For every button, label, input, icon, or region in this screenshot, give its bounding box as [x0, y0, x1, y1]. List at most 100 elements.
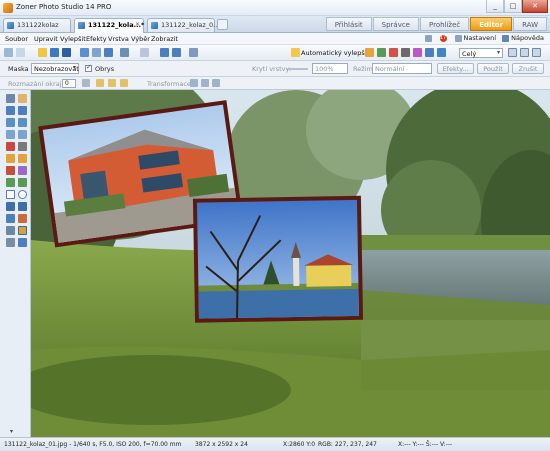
gradient-tool-icon[interactable]	[6, 226, 15, 235]
maximize-button[interactable]: □	[504, 0, 522, 13]
apply-button[interactable]: Použít	[477, 63, 509, 74]
scroll-down-icon[interactable]: ▾	[10, 428, 13, 435]
mode-manager[interactable]: Správce	[372, 17, 419, 31]
rotate-left-icon[interactable]	[160, 48, 169, 57]
resize-tool-icon[interactable]	[18, 106, 27, 115]
smudge-tool-icon[interactable]	[18, 166, 27, 175]
blend-mode-select[interactable]: Normální	[372, 63, 432, 74]
arrow-icon[interactable]	[4, 48, 13, 57]
image-canvas[interactable]	[31, 90, 550, 437]
close-button[interactable]: ✕	[522, 0, 548, 13]
login-button[interactable]: Přihlásit	[325, 17, 372, 31]
sharpen-icon[interactable]	[401, 48, 410, 57]
tab-document-3[interactable]: 131122_kolaz_0...	[147, 18, 219, 32]
line-tool-icon[interactable]	[6, 202, 15, 211]
red-eye-tool-icon[interactable]	[6, 142, 15, 151]
folder-icon[interactable]	[96, 79, 104, 87]
shape-tool-icon[interactable]	[18, 214, 27, 223]
pixel-rgb: RGB: 227, 237, 247	[318, 441, 377, 448]
save-icon[interactable]	[50, 48, 59, 57]
arrow-icon[interactable]	[16, 48, 25, 57]
rotate-icon[interactable]	[201, 79, 209, 87]
flip-icon[interactable]	[190, 79, 198, 87]
blend-mode-value: Normální	[375, 65, 405, 73]
straighten-tool-icon[interactable]	[6, 118, 15, 127]
blur-edges-field[interactable]: 0	[62, 79, 76, 88]
hand-tool-icon[interactable]	[18, 94, 27, 103]
opacity-field[interactable]: 100%	[312, 63, 348, 74]
color-icon[interactable]	[377, 48, 386, 57]
text-tool-icon[interactable]	[6, 214, 15, 223]
effects-icon[interactable]	[413, 48, 422, 57]
settings-button[interactable]: Nastavení	[454, 34, 497, 42]
mode-viewer[interactable]: Prohlížeč	[420, 17, 470, 31]
dodge-tool-icon[interactable]	[6, 178, 15, 187]
menu-effects[interactable]: Efekty	[86, 35, 107, 43]
window-title: Zoner Photo Studio 14 PRO	[16, 3, 112, 11]
mode-editor[interactable]: Editor	[470, 17, 513, 31]
help-button[interactable]: Nápověda	[502, 34, 544, 42]
actual-size-icon[interactable]	[520, 48, 529, 57]
globe-icon[interactable]	[437, 48, 446, 57]
fit-icon[interactable]	[508, 48, 517, 57]
arrow-tool-icon[interactable]	[18, 202, 27, 211]
redo-icon[interactable]	[140, 48, 149, 57]
ellipse-tool-icon[interactable]	[18, 190, 27, 199]
crop-tool-icon[interactable]	[6, 106, 15, 115]
select-tool-icon[interactable]	[6, 130, 15, 139]
copy-icon[interactable]	[80, 48, 89, 57]
fullscreen-icon[interactable]	[532, 48, 541, 57]
magnet-tool-icon[interactable]	[18, 238, 27, 247]
contrast-icon[interactable]	[389, 48, 398, 57]
folder-icon[interactable]	[120, 79, 128, 87]
tab-document-1[interactable]: 131122kolaz	[3, 18, 71, 32]
new-tab-button[interactable]	[217, 19, 228, 30]
close-tab-icon[interactable]: ✕	[135, 21, 140, 28]
layer-tool-icon[interactable]	[18, 226, 27, 235]
gear-icon[interactable]	[424, 34, 434, 42]
effects-button[interactable]: Efekty...	[437, 63, 474, 74]
menu-edit[interactable]: Upravit	[34, 35, 58, 43]
discard-button[interactable]: Zrušit	[512, 63, 544, 74]
healing-tool-icon[interactable]	[6, 166, 15, 175]
crop-icon[interactable]	[104, 48, 113, 57]
brush-tool-icon[interactable]	[6, 154, 15, 163]
layer-icon[interactable]	[82, 79, 90, 87]
picker-tool-icon[interactable]	[6, 238, 15, 247]
settings-label: Nastavení	[463, 34, 497, 42]
app-logo-icon	[3, 3, 13, 13]
scale-icon[interactable]	[212, 79, 220, 87]
save-as-icon[interactable]	[62, 48, 71, 57]
pointer-tool-icon[interactable]	[6, 94, 15, 103]
zoom-select[interactable]: Celý ▾	[459, 48, 503, 58]
eraser-tool-icon[interactable]	[18, 154, 27, 163]
mode-raw[interactable]: RAW	[513, 17, 547, 31]
open-folder-icon[interactable]	[38, 48, 47, 57]
tab-document-2[interactable]: 131122_kola...* ✕	[74, 18, 144, 33]
burn-tool-icon[interactable]	[18, 178, 27, 187]
menu-file[interactable]: Soubor	[5, 35, 28, 43]
menu-view[interactable]: Zobrazit	[151, 35, 178, 43]
clone-tool-icon[interactable]	[18, 142, 27, 151]
paste-icon[interactable]	[92, 48, 101, 57]
menu-icon[interactable]	[189, 48, 198, 57]
menu-layer[interactable]: Vrstva	[108, 35, 129, 43]
rectangle-tool-icon[interactable]	[6, 190, 15, 199]
auto-enhance-button[interactable]: Automatický vylepšit	[301, 49, 369, 57]
folder-icon[interactable]	[108, 79, 116, 87]
undo-icon[interactable]	[120, 48, 129, 57]
menu-enhance[interactable]: Vylepšit	[60, 35, 86, 43]
opacity-slider[interactable]	[286, 68, 308, 70]
perspective-tool-icon[interactable]	[18, 118, 27, 127]
minimize-button[interactable]: _	[486, 0, 504, 13]
notifications-button[interactable]: 17	[439, 34, 449, 42]
help-label: Nápověda	[511, 34, 544, 42]
mask-select[interactable]: Nezobrazovat ▾	[31, 63, 79, 74]
lasso-tool-icon[interactable]	[18, 130, 27, 139]
rotate-right-icon[interactable]	[172, 48, 181, 57]
levels-icon[interactable]	[365, 48, 374, 57]
menu-selection[interactable]: Výběr	[131, 35, 150, 43]
help-icon	[502, 34, 510, 42]
outline-checkbox[interactable]	[85, 63, 92, 72]
brush-icon[interactable]	[425, 48, 434, 57]
